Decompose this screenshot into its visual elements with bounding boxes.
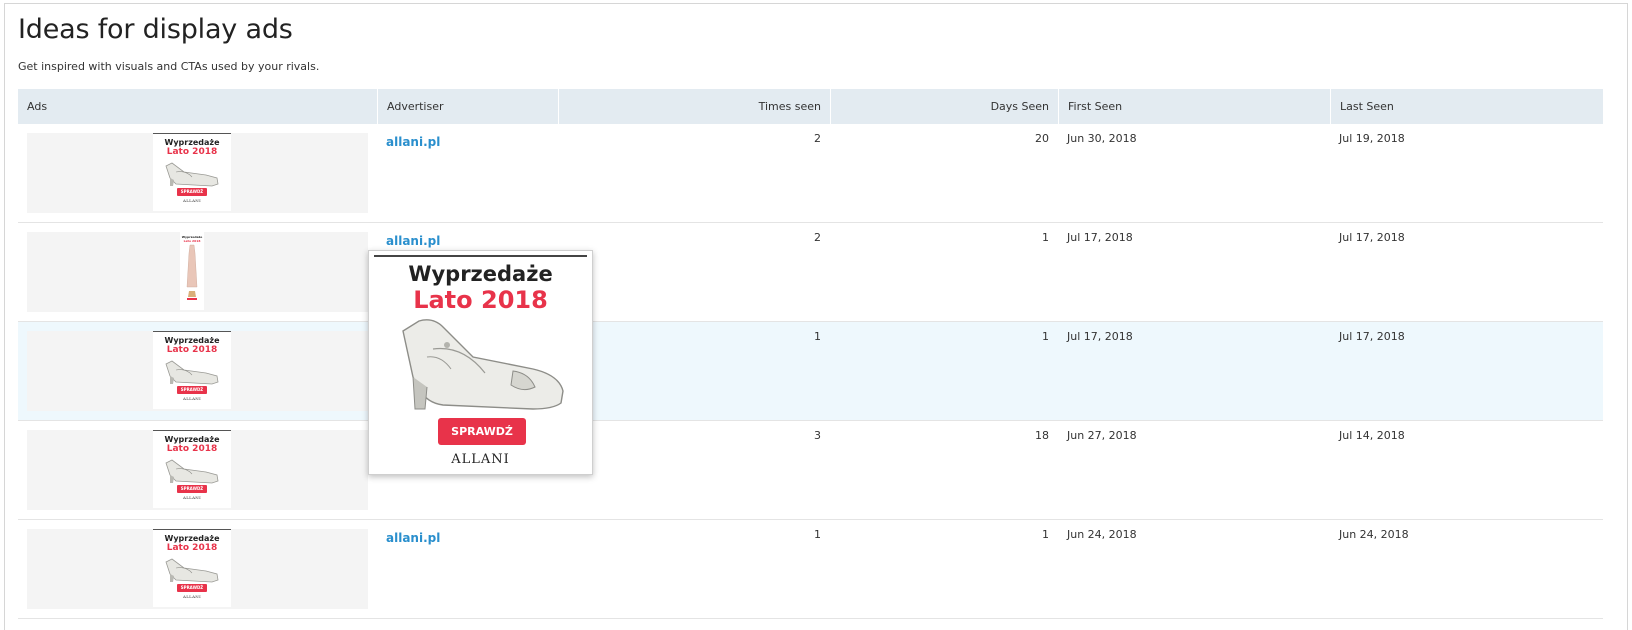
column-header-last-seen[interactable]: Last Seen: [1330, 89, 1603, 124]
column-header-days-seen[interactable]: Days Seen: [830, 89, 1058, 124]
ad-top-rule: [374, 255, 587, 257]
advertiser-link[interactable]: allani.pl: [386, 135, 440, 149]
ad-brand-logo: ALLANI: [183, 495, 201, 500]
times-seen-cell: 2: [814, 231, 821, 244]
table-row: Wyprzedaże Lato 2018 SPRAWDŹ ALLANI alla…: [18, 520, 1603, 619]
ad-headline: Wyprzedaże: [164, 435, 220, 444]
column-header-times-seen[interactable]: Times seen: [558, 89, 830, 124]
shoe-image: [402, 319, 564, 410]
days-seen-cell: 18: [1035, 429, 1049, 442]
shoe-image: [165, 558, 219, 583]
ad-subheadline: Lato 2018: [413, 286, 548, 314]
ad-banner-square: Wyprzedaże Lato 2018 SPRAWDŹ ALLANI: [153, 529, 231, 607]
shoe-image: [165, 360, 219, 385]
ad-banner-square: Wyprzedaże Lato 2018 SPRAWDŹ ALLANI: [153, 133, 231, 211]
first-seen-cell: Jul 17, 2018: [1067, 330, 1133, 343]
table-row: Wyprzedaże Lato 2018 allani.pl 2 1 Jul 1…: [18, 223, 1603, 322]
ad-headline: Wyprzedaże: [164, 336, 220, 345]
advertiser-link[interactable]: allani.pl: [386, 531, 440, 545]
column-header-advertiser[interactable]: Advertiser: [377, 89, 558, 124]
scrollbar[interactable]: [1628, 0, 1632, 630]
first-seen-cell: Jul 17, 2018: [1067, 231, 1133, 244]
ad-cta-button: SPRAWDŹ: [177, 584, 207, 592]
days-seen-cell: 1: [1042, 330, 1049, 343]
table-row: Wyprzedaże Lato 2018 SPRAWDŹ ALLANI 1 1 …: [18, 322, 1603, 421]
times-seen-cell: 1: [814, 330, 821, 343]
ad-thumbnail[interactable]: Wyprzedaże Lato 2018 SPRAWDŹ ALLANI: [27, 529, 368, 609]
ad-thumbnail[interactable]: Wyprzedaże Lato 2018: [27, 232, 368, 312]
last-seen-cell: Jul 19, 2018: [1339, 132, 1405, 145]
ad-cta-button: SPRAWDŹ: [177, 188, 207, 196]
ad-cta-button: SPRAWDŹ: [177, 485, 207, 493]
ads-table: Ads Advertiser Times seen Days Seen Firs…: [18, 89, 1603, 619]
table-row: Wyprzedaże Lato 2018 SPRAWDŹ ALLANI 3 18…: [18, 421, 1603, 520]
last-seen-cell: Jul 14, 2018: [1339, 429, 1405, 442]
ad-banner-square: Wyprzedaże Lato 2018 SPRAWDŹ ALLANI: [153, 430, 231, 508]
ad-brand-logo: ALLANI: [451, 452, 510, 467]
last-seen-cell: Jul 17, 2018: [1339, 231, 1405, 244]
advertiser-link[interactable]: allani.pl: [386, 234, 440, 248]
first-seen-cell: Jun 24, 2018: [1067, 528, 1137, 541]
page-subtitle: Get inspired with visuals and CTAs used …: [18, 60, 320, 73]
times-seen-cell: 3: [814, 429, 821, 442]
ad-preview-popup: Wyprzedaże Lato 2018 SPRAWDŹ ALLANI: [368, 250, 593, 475]
ad-subheadline: Lato 2018: [166, 147, 218, 157]
ad-headline: Wyprzedaże: [164, 534, 220, 543]
ad-thumbnail[interactable]: Wyprzedaże Lato 2018 SPRAWDŹ ALLANI: [27, 430, 368, 510]
days-seen-cell: 20: [1035, 132, 1049, 145]
ad-subheadline: Lato 2018: [166, 345, 218, 355]
ad-headline: Wyprzedaże: [408, 262, 553, 286]
ad-subheadline: Lato 2018: [166, 444, 218, 454]
table-header: Ads Advertiser Times seen Days Seen Firs…: [18, 89, 1603, 124]
first-seen-cell: Jun 30, 2018: [1067, 132, 1137, 145]
column-header-ads[interactable]: Ads: [18, 89, 377, 124]
times-seen-cell: 1: [814, 528, 821, 541]
shoe-image: [165, 162, 219, 187]
ad-brand-logo: ALLANI: [183, 198, 201, 203]
days-seen-cell: 1: [1042, 528, 1049, 541]
last-seen-cell: Jun 24, 2018: [1339, 528, 1409, 541]
page-title: Ideas for display ads: [18, 14, 293, 45]
last-seen-cell: Jul 17, 2018: [1339, 330, 1405, 343]
ad-banner-skyscraper: Wyprzedaże Lato 2018: [180, 232, 204, 310]
ad-subheadline: Lato 2018: [166, 543, 218, 553]
ad-brand-logo: ALLANI: [183, 396, 201, 401]
ad-cta-button: SPRAWDŹ: [177, 386, 207, 394]
ad-banner-square: Wyprzedaże Lato 2018 SPRAWDŹ ALLANI: [153, 331, 231, 409]
times-seen-cell: 2: [814, 132, 821, 145]
dress-image: [186, 244, 198, 300]
ad-headline: Wyprzedaże: [164, 138, 220, 147]
shoe-image: [165, 459, 219, 484]
table-row: Wyprzedaże Lato 2018 SPRAWDŹ ALLANI alla…: [18, 124, 1603, 223]
ad-brand-logo: ALLANI: [183, 594, 201, 599]
ad-thumbnail[interactable]: Wyprzedaże Lato 2018 SPRAWDŹ ALLANI: [27, 133, 368, 213]
column-header-first-seen[interactable]: First Seen: [1058, 89, 1330, 124]
ad-cta-button: SPRAWDŹ: [438, 418, 526, 445]
days-seen-cell: 1: [1042, 231, 1049, 244]
first-seen-cell: Jun 27, 2018: [1067, 429, 1137, 442]
ad-thumbnail[interactable]: Wyprzedaże Lato 2018 SPRAWDŹ ALLANI: [27, 331, 368, 411]
